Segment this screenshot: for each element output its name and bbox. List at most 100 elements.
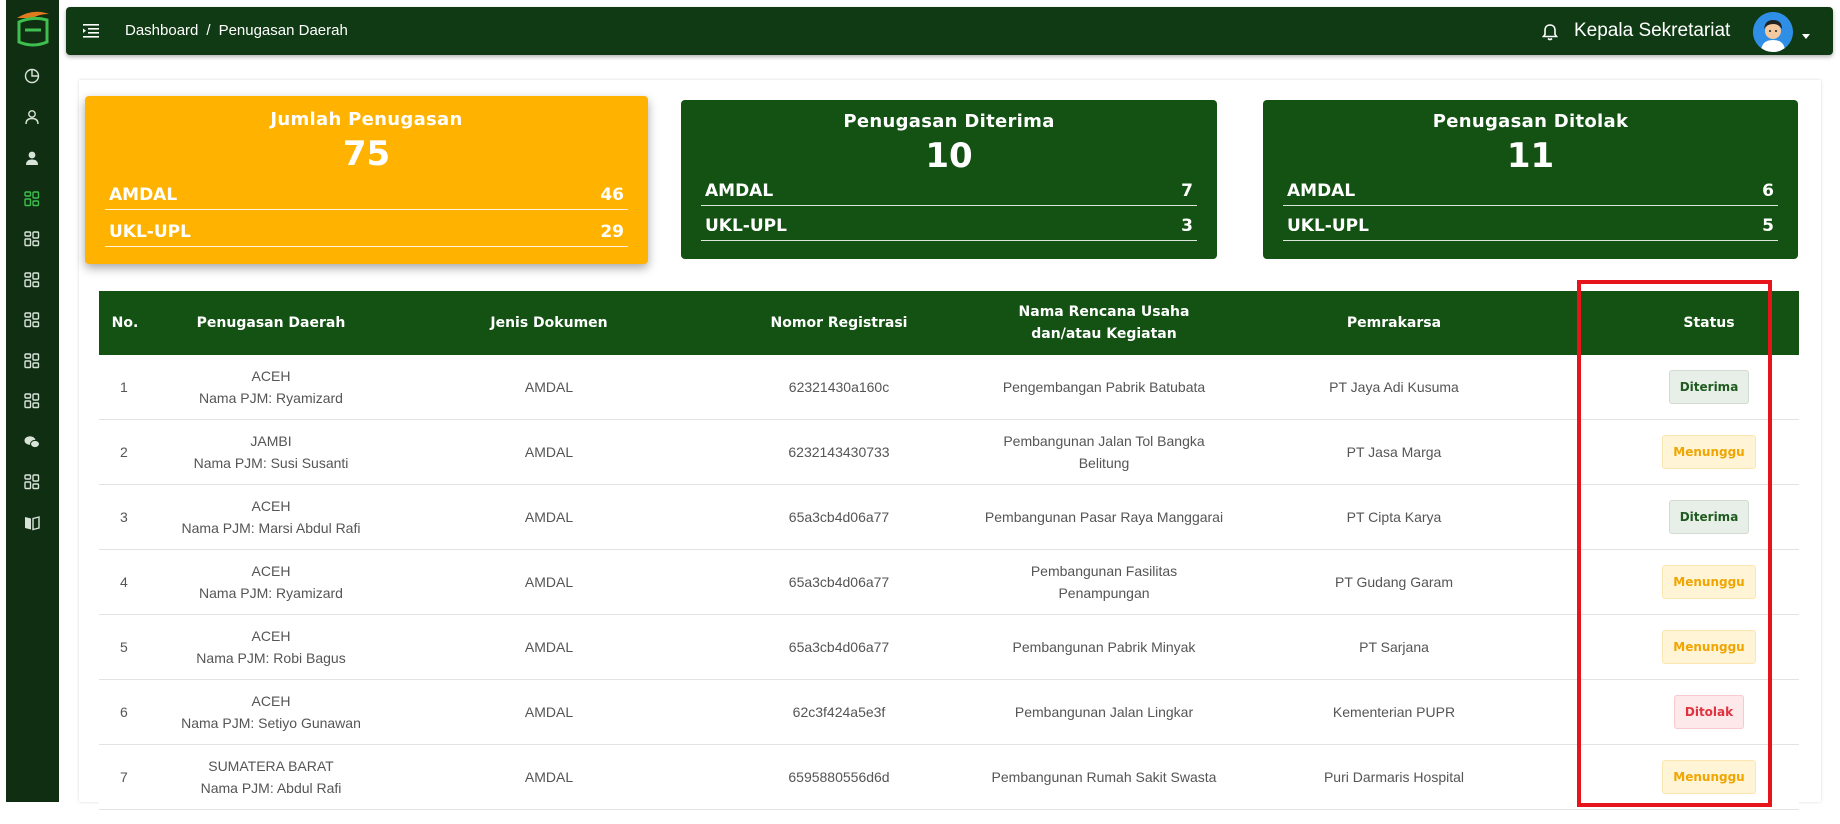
cell-daerah: SUMATERA BARAT [208,758,334,774]
sidebar-grid-icon[interactable] [20,227,44,251]
avatar[interactable] [1753,12,1793,52]
cell-status: Menunggu [1659,745,1759,809]
card-row-label: UKL-UPL [1287,215,1369,236]
cell-no: 3 [99,485,151,549]
cell-pemrakarsa-text: PT Jaya Adi Kusuma [1329,379,1459,395]
cell-daerah: JAMBI [250,433,292,449]
card-title: Jumlah Penugasan [270,109,463,130]
breadcrumb-dashboard[interactable]: Dashboard [125,22,198,39]
cell-jenis-text: AMDAL [524,444,574,460]
card-row-ukl-upl: UKL-UPL 3 [701,211,1197,241]
cell-pemrakarsa: PT Gudang Garam [1299,550,1489,614]
card-row-value: 6 [1762,180,1774,201]
card-row-amdal: AMDAL 7 [701,176,1197,206]
cell-status: Menunggu [1659,615,1759,679]
card-title: Penugasan Diterima [843,111,1055,132]
table-row[interactable]: 1 ACEH Nama PJM: Ryamizard AMDAL 62321430a16… [99,355,1799,420]
card-row-ukl-upl: UKL-UPL 5 [1283,211,1778,241]
cell-pjm: Nama PJM: Ryamizard [199,585,343,601]
cell-nama-text: Pembangunan Pabrik Minyak [1012,639,1196,655]
table-row[interactable]: 4 ACEH Nama PJM: Ryamizard AMDAL 65a3cb4d06a… [99,550,1799,615]
cell-nama-text: Pembangunan Rumah Sakit Swasta [991,769,1217,785]
card-total: 11 [1506,136,1555,176]
sidebar-chat-icon[interactable] [20,430,44,454]
cell-pemrakarsa-text: PT Cipta Karya [1346,509,1442,525]
card-row-label: AMDAL [109,184,178,205]
column-header-status[interactable]: Status [1659,291,1759,355]
card-row-amdal: AMDAL 6 [1283,176,1778,206]
cell-pemrakarsa-text: PT Jasa Marga [1346,444,1442,460]
sidebar-user-outline-icon[interactable] [20,105,44,129]
status-badge[interactable]: Diterima [1668,500,1750,534]
sidebar-user-solid-icon[interactable] [20,146,44,170]
sidebar-grid-icon[interactable] [20,349,44,373]
cell-status: Diterima [1659,485,1759,549]
notification-bell-icon[interactable] [1540,22,1560,42]
sidebar-grid-icon[interactable] [20,308,44,332]
cell-jenis-text: AMDAL [524,509,574,525]
cell-penugasan-daerah: JAMBI Nama PJM: Susi Susanti [151,420,391,484]
column-header-nama-rencana[interactable]: Nama Rencana Usaha dan/atau Kegiatan [989,291,1219,355]
avatar-face-icon [1753,12,1793,52]
cell-pemrakarsa-text: PT Gudang Garam [1334,574,1454,590]
cell-no-text: 5 [120,639,128,655]
card-row-value: 46 [600,184,624,205]
status-badge[interactable]: Menunggu [1662,630,1756,664]
cell-no: 2 [99,420,151,484]
table-header: No. Penugasan Daerah Jenis Dokumen Nomor… [99,291,1799,355]
table-row[interactable]: 3 ACEH Nama PJM: Marsi Abdul Rafi AMDAL 65a3… [99,485,1799,550]
cell-no: 6 [99,680,151,744]
table-row[interactable]: 5 ACEH Nama PJM: Robi Bagus AMDAL 65a3cb4d06… [99,615,1799,680]
cell-jenis-text: AMDAL [524,574,574,590]
app-logo-icon[interactable] [15,8,51,48]
menu-toggle-icon[interactable] [82,22,100,40]
cell-penugasan-daerah: ACEH Nama PJM: Marsi Abdul Rafi [151,485,391,549]
cell-pjm: Nama PJM: Robi Bagus [196,650,346,666]
table-row[interactable]: 6 ACEH Nama PJM: Setiyo Gunawan AMDAL 62c3f4… [99,680,1799,745]
topbar: Dashboard / Penugasan Daerah Kepala Sekret… [66,7,1833,55]
user-name[interactable]: Kepala Sekretariat [1574,20,1730,42]
cell-no-text: 4 [120,574,128,590]
column-header-no[interactable]: No. [99,291,151,355]
cell-pemrakarsa: PT Cipta Karya [1299,485,1489,549]
table-row[interactable]: 7 SUMATERA BARAT Nama PJM: Abdul Rafi AMDAL… [99,745,1799,810]
sidebar-grid-icon[interactable] [20,268,44,292]
cell-nama-rencana: Pembangunan Pabrik Minyak [984,615,1224,679]
cell-pjm: Nama PJM: Ryamizard [199,390,343,406]
cell-status: Menunggu [1659,420,1759,484]
cell-nama-text: Pembangunan Fasilitas Penampungan [1030,563,1178,601]
status-badge[interactable]: Ditolak [1673,695,1745,729]
card-row-value: 3 [1181,215,1193,236]
cell-daerah: ACEH [251,628,291,644]
table-row[interactable]: 2 JAMBI Nama PJM: Susi Susanti AMDAL 6232143… [99,420,1799,485]
cell-penugasan-daerah: SUMATERA BARAT Nama PJM: Abdul Rafi [151,745,391,809]
card-row-value: 5 [1762,215,1774,236]
sidebar-grid-icon[interactable] [20,187,44,211]
cell-daerah: ACEH [251,498,291,514]
sidebar-book-icon[interactable] [20,511,44,535]
column-header-nomor-registrasi[interactable]: Nomor Registrasi [759,291,919,355]
sidebar-grid-icon[interactable] [20,470,44,494]
column-header-pemrakarsa[interactable]: Pemrakarsa [1299,291,1489,355]
status-badge[interactable]: Menunggu [1662,565,1756,599]
cell-no-text: 1 [120,379,128,395]
user-dropdown-caret-icon[interactable] [1802,34,1810,39]
cell-no-text: 7 [120,769,128,785]
status-badge[interactable]: Menunggu [1662,435,1756,469]
column-header-jenis-dokumen[interactable]: Jenis Dokumen [474,291,624,355]
status-badge[interactable]: Diterima [1668,370,1750,404]
cell-jenis-text: AMDAL [524,379,574,395]
card-row-label: UKL-UPL [109,221,191,242]
cell-nama-rencana: Pembangunan Rumah Sakit Swasta [984,745,1224,809]
cell-penugasan-daerah: ACEH Nama PJM: Robi Bagus [151,615,391,679]
cell-pemrakarsa: PT Jasa Marga [1299,420,1489,484]
cell-nomor-text: 62c3f424a5e3f [792,704,886,720]
card-row-value: 7 [1181,180,1193,201]
cell-no: 7 [99,745,151,809]
status-badge[interactable]: Menunggu [1662,760,1756,794]
page: Dashboard / Penugasan Daerah Kepala Sekret… [0,0,1840,824]
sidebar-grid-icon[interactable] [20,389,44,413]
cell-nomor-registrasi: 65a3cb4d06a77 [759,615,919,679]
sidebar-dashboard-pie-icon[interactable] [20,64,44,88]
column-header-penugasan-daerah[interactable]: Penugasan Daerah [151,291,391,355]
